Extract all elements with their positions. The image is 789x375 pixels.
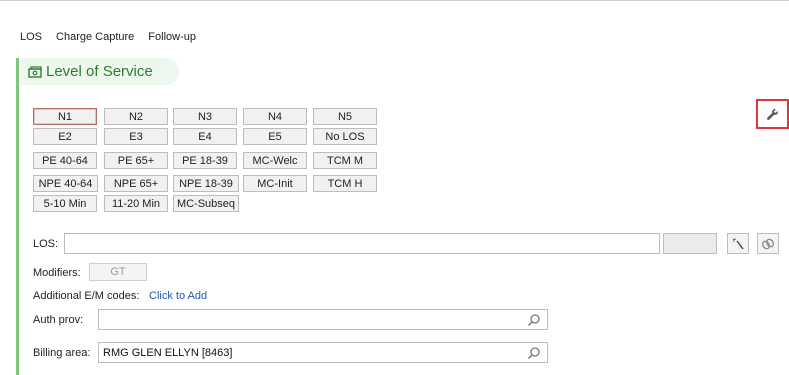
los-button-n2[interactable]: N2 [104,108,168,125]
auth-prov-input[interactable] [98,309,548,330]
los-button-n4[interactable]: N4 [243,108,307,125]
click-to-add-link[interactable]: Click to Add [149,290,207,302]
search-icon[interactable] [527,346,541,360]
los-button-pe-65[interactable]: PE 65+ [104,152,168,169]
modifier-gt-button[interactable]: GT [89,263,147,281]
los-button-5-10-min[interactable]: 5-10 Min [33,195,97,212]
los-button-mc-subseq[interactable]: MC-Subseq [173,195,239,212]
search-icon[interactable] [527,313,541,327]
tab-follow-up[interactable]: Follow-up [141,31,203,43]
los-button-pe-40-64[interactable]: PE 40-64 [33,152,97,169]
los-label: LOS: [33,238,59,250]
los-activity-panel: LOS Charge Capture Follow-up Level of Se… [0,0,789,375]
los-button-npe-40-64[interactable]: NPE 40-64 [33,175,98,192]
los-button-npe-18-39[interactable]: NPE 18-39 [173,175,239,192]
wrench-button[interactable] [756,99,789,129]
los-button-tcm-h[interactable]: TCM H [313,175,377,192]
los-button-n1[interactable]: N1 [33,108,97,125]
los-button-tcm-m[interactable]: TCM M [313,152,377,169]
billing-area-value: RMG GLEN ELLYN [8463] [103,346,233,359]
activity-tabs: LOS Charge Capture Follow-up [16,31,203,43]
los-input[interactable] [64,233,660,254]
auth-prov-label: Auth prov: [33,314,84,326]
billing-area-label: Billing area: [33,347,91,359]
los-button-no-los[interactable]: No LOS [313,128,377,145]
link-button[interactable] [757,233,779,254]
additional-em-label: Additional E/M codes: [33,290,140,302]
modifiers-label: Modifiers: [33,267,81,279]
los-button-e3[interactable]: E3 [104,128,168,145]
magic-wand-button[interactable] [727,233,749,254]
chain-link-icon [761,238,775,249]
los-button-mc-welc[interactable]: MC-Welc [243,152,307,169]
los-button-11-20-min[interactable]: 11-20 Min [104,195,168,212]
los-button-n5[interactable]: N5 [313,108,377,125]
los-button-e5[interactable]: E5 [243,128,307,145]
los-button-mc-init[interactable]: MC-Init [243,175,307,192]
los-button-pe-18-39[interactable]: PE 18-39 [173,152,237,169]
money-icon [28,65,42,78]
section-accent-bar [16,58,19,375]
wrench-icon [767,108,778,120]
tab-los[interactable]: LOS [16,31,49,43]
tab-charge-capture[interactable]: Charge Capture [49,31,141,43]
section-title: Level of Service [46,63,153,80]
los-button-n3[interactable]: N3 [173,108,237,125]
los-button-e4[interactable]: E4 [173,128,237,145]
section-header: Level of Service [21,58,179,85]
magic-wand-icon [732,238,744,249]
los-button-npe-65[interactable]: NPE 65+ [104,175,168,192]
billing-area-input[interactable]: RMG GLEN ELLYN [8463] [98,342,548,363]
los-code-field [663,233,717,254]
los-button-e2[interactable]: E2 [33,128,97,145]
